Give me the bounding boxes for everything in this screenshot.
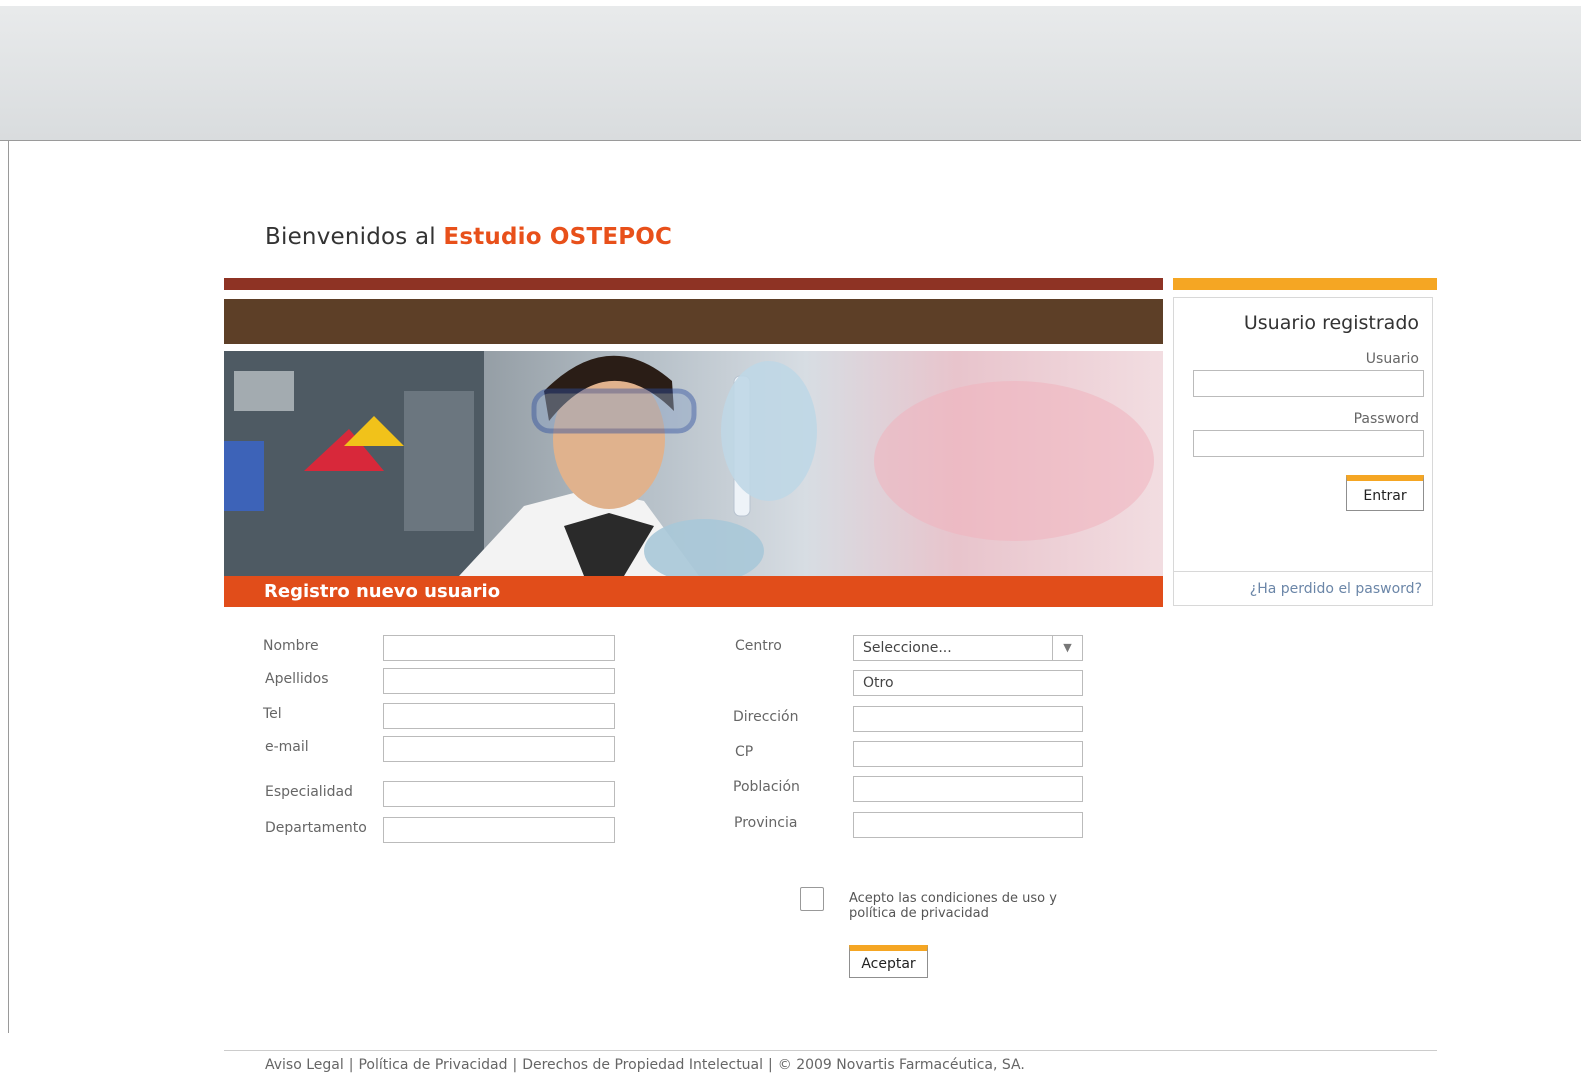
decorative-brown-bar: [224, 299, 1163, 344]
footer-link-propiedad-intelectual[interactable]: Derechos de Propiedad Intelectual: [522, 1057, 763, 1073]
login-submit-button[interactable]: Entrar: [1346, 475, 1424, 511]
registration-title: Registro nuevo usuario: [264, 581, 501, 602]
otro-input[interactable]: [853, 670, 1083, 696]
provincia-label: Provincia: [734, 815, 798, 831]
forgot-password-link[interactable]: ¿Ha perdido el pasword?: [1250, 581, 1422, 597]
tel-input[interactable]: [383, 703, 615, 729]
tel-label: Tel: [263, 706, 282, 722]
page-title: Bienvenidos al Estudio OSTEPOC: [265, 224, 672, 250]
poblacion-label: Población: [733, 779, 800, 795]
footer-link-privacidad[interactable]: Política de Privacidad: [358, 1057, 507, 1073]
login-divider: [1174, 571, 1432, 572]
footer-copyright: © 2009 Novartis Farmacéutica, SA.: [777, 1057, 1025, 1073]
footer-separator: |: [348, 1057, 354, 1073]
username-input[interactable]: [1193, 370, 1424, 397]
email-label: e-mail: [265, 739, 309, 755]
departamento-label: Departamento: [265, 820, 367, 836]
apellidos-input[interactable]: [383, 668, 615, 694]
password-label: Password: [1353, 411, 1419, 427]
footer-divider: [224, 1050, 1437, 1051]
accept-terms-label: Acepto las condiciones de uso y política…: [849, 891, 1057, 921]
departamento-input[interactable]: [383, 817, 615, 843]
footer: Aviso Legal | Política de Privacidad | Derec…: [265, 1057, 1025, 1073]
lab-cabinet: [404, 391, 474, 531]
poblacion-input[interactable]: [853, 776, 1083, 802]
cp-label: CP: [735, 744, 754, 760]
especialidad-input[interactable]: [383, 781, 615, 807]
left-frame-edge: [8, 141, 9, 1033]
email-input[interactable]: [383, 736, 615, 762]
direccion-input[interactable]: [853, 706, 1083, 732]
decorative-red-bar: [224, 278, 1163, 290]
footer-separator: |: [512, 1057, 518, 1073]
centro-select[interactable]: Seleccione... ▼: [853, 635, 1083, 661]
nombre-label: Nombre: [263, 638, 319, 654]
top-header-band: [0, 0, 1581, 141]
lab-blue-bottle: [224, 441, 264, 511]
blurred-pink-light: [874, 381, 1154, 541]
centro-label: Centro: [735, 638, 782, 654]
hero-illustration: [224, 351, 1154, 576]
centro-selected-value: Seleccione...: [863, 640, 952, 656]
login-panel: Usuario registrado Usuario Password Entr…: [1173, 297, 1433, 606]
cp-input[interactable]: [853, 741, 1083, 767]
especialidad-label: Especialidad: [265, 784, 353, 800]
footer-separator: |: [768, 1057, 773, 1073]
accept-terms-checkbox[interactable]: [800, 887, 824, 911]
provincia-input[interactable]: [853, 812, 1083, 838]
hero-lab-photo: [224, 351, 1163, 576]
footer-link-aviso-legal[interactable]: Aviso Legal: [265, 1057, 344, 1073]
safety-goggles: [531, 388, 697, 434]
welcome-prefix: Bienvenidos al: [265, 224, 436, 250]
lab-equipment-shape: [234, 371, 294, 411]
top-white-strip: [0, 0, 1581, 6]
login-title: Usuario registrado: [1243, 312, 1419, 334]
login-accent-bar: [1173, 278, 1437, 290]
nombre-input[interactable]: [383, 635, 615, 661]
username-label: Usuario: [1365, 351, 1419, 367]
gloved-hand-upper: [721, 361, 817, 501]
apellidos-label: Apellidos: [265, 671, 329, 687]
direccion-label: Dirección: [733, 709, 799, 725]
password-input[interactable]: [1193, 430, 1424, 457]
chevron-down-icon[interactable]: ▼: [1052, 636, 1082, 660]
study-brand-name: Estudio OSTEPOC: [443, 224, 673, 250]
registration-banner: Registro nuevo usuario: [224, 576, 1163, 607]
register-submit-button[interactable]: Aceptar: [849, 945, 928, 978]
